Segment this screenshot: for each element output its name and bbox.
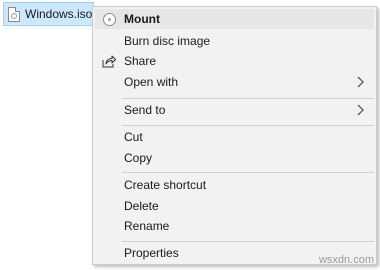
- file-name: Windows.iso: [25, 7, 93, 21]
- file-item-windows-iso[interactable]: Windows.iso: [3, 2, 94, 26]
- chevron-right-icon: [357, 104, 364, 116]
- chevron-right-icon: [357, 76, 364, 88]
- menu-item-mount[interactable]: Mount: [95, 9, 374, 29]
- menu-item-label: Copy: [124, 151, 153, 165]
- menu-separator: [122, 172, 374, 173]
- menu-item-burn-disc-image[interactable]: Burn disc image: [95, 31, 374, 51]
- menu-item-open-with[interactable]: Open with: [95, 72, 374, 92]
- menu-item-label: Share: [124, 54, 157, 68]
- context-menu: Mount Burn disc image Share Open with Se…: [92, 6, 377, 265]
- menu-separator: [122, 98, 374, 99]
- menu-separator: [122, 125, 374, 126]
- menu-item-label: Send to: [124, 103, 166, 117]
- disc-icon: [101, 12, 117, 26]
- menu-item-cut[interactable]: Cut: [95, 127, 374, 147]
- menu-item-label: Create shortcut: [124, 178, 207, 192]
- share-icon: [101, 54, 117, 68]
- menu-item-share[interactable]: Share: [95, 51, 374, 71]
- menu-item-label: Properties: [124, 246, 179, 260]
- menu-item-label: Delete: [124, 199, 159, 213]
- menu-item-rename[interactable]: Rename: [95, 216, 374, 236]
- disc-image-file-icon: [8, 6, 20, 22]
- menu-item-label: Mount: [124, 12, 160, 26]
- menu-item-copy[interactable]: Copy: [95, 148, 374, 168]
- menu-separator: [122, 241, 374, 242]
- menu-item-delete[interactable]: Delete: [95, 196, 374, 216]
- menu-item-label: Open with: [124, 75, 179, 89]
- menu-item-send-to[interactable]: Send to: [95, 100, 374, 120]
- watermark: wsxdn.com: [318, 254, 374, 266]
- menu-item-create-shortcut[interactable]: Create shortcut: [95, 175, 374, 195]
- menu-item-label: Cut: [124, 130, 143, 144]
- menu-item-label: Burn disc image: [124, 34, 211, 48]
- menu-item-label: Rename: [124, 219, 170, 233]
